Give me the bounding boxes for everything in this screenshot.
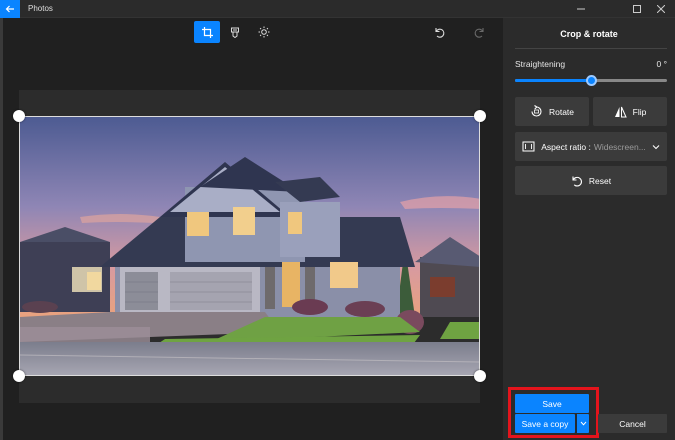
title-bar: Photos (0, 0, 675, 18)
aspect-ratio-value: Widescreen... (593, 141, 646, 152)
back-arrow-icon (5, 5, 14, 13)
maximize-icon (633, 5, 641, 13)
save-options-dropdown[interactable] (576, 414, 589, 433)
house-photo (20, 117, 479, 375)
aspect-ratio-label: Aspect ratio : (541, 141, 591, 152)
flip-icon (614, 106, 627, 117)
flip-label: Flip (632, 106, 647, 117)
back-button[interactable] (0, 0, 20, 18)
reset-icon (572, 176, 582, 187)
straightening-value: 0 ° (656, 59, 668, 69)
chevron-down-icon (580, 421, 586, 426)
photo-image[interactable] (19, 116, 480, 376)
crop-handle-top-left[interactable] (13, 110, 25, 122)
rotate-icon (531, 105, 542, 117)
minimize-button[interactable] (567, 0, 595, 18)
close-window-button[interactable] (647, 0, 675, 18)
crop-handle-bottom-left[interactable] (13, 370, 25, 382)
redo-button[interactable] (466, 21, 492, 43)
straightening-slider[interactable] (515, 75, 667, 86)
save-button[interactable]: Save (515, 394, 589, 413)
reset-button[interactable]: Reset (515, 166, 667, 195)
panel-divider (515, 48, 667, 49)
undo-icon (434, 27, 444, 38)
save-a-copy-button[interactable]: Save a copy (515, 414, 575, 433)
chevron-down-icon (652, 144, 660, 149)
flip-button[interactable]: Flip (593, 97, 667, 126)
filters-icon (231, 27, 239, 38)
edit-toolbar (3, 20, 503, 46)
crop-handle-top-right[interactable] (474, 110, 486, 122)
rotate-button[interactable]: Rotate (515, 97, 589, 126)
minimize-icon (577, 8, 585, 10)
straightening-label: Straightening (515, 59, 566, 69)
straightening-slider-thumb[interactable] (585, 75, 597, 86)
filters-tool-button[interactable] (222, 21, 248, 43)
crop-tool-button[interactable] (194, 21, 220, 43)
adjust-brightness-icon (258, 26, 270, 38)
crop-rotate-panel: Crop & rotate Straightening 0 ° Rotate F… (503, 18, 675, 440)
undo-button[interactable] (426, 21, 452, 43)
close-icon (657, 5, 665, 13)
app-title: Photos (28, 4, 53, 13)
aspect-ratio-icon (522, 141, 535, 152)
straightening-slider-fill (515, 79, 591, 82)
crop-handle-bottom-right[interactable] (474, 370, 486, 382)
aspect-ratio-dropdown[interactable]: Aspect ratio : Widescreen... (515, 132, 667, 161)
rotate-label: Rotate (548, 106, 575, 117)
adjust-tool-button[interactable] (251, 21, 277, 43)
reset-label: Reset (588, 175, 612, 186)
redo-icon (474, 27, 484, 38)
crop-icon (201, 26, 213, 38)
cancel-button[interactable]: Cancel (598, 414, 667, 433)
panel-title: Crop & rotate (560, 29, 618, 39)
